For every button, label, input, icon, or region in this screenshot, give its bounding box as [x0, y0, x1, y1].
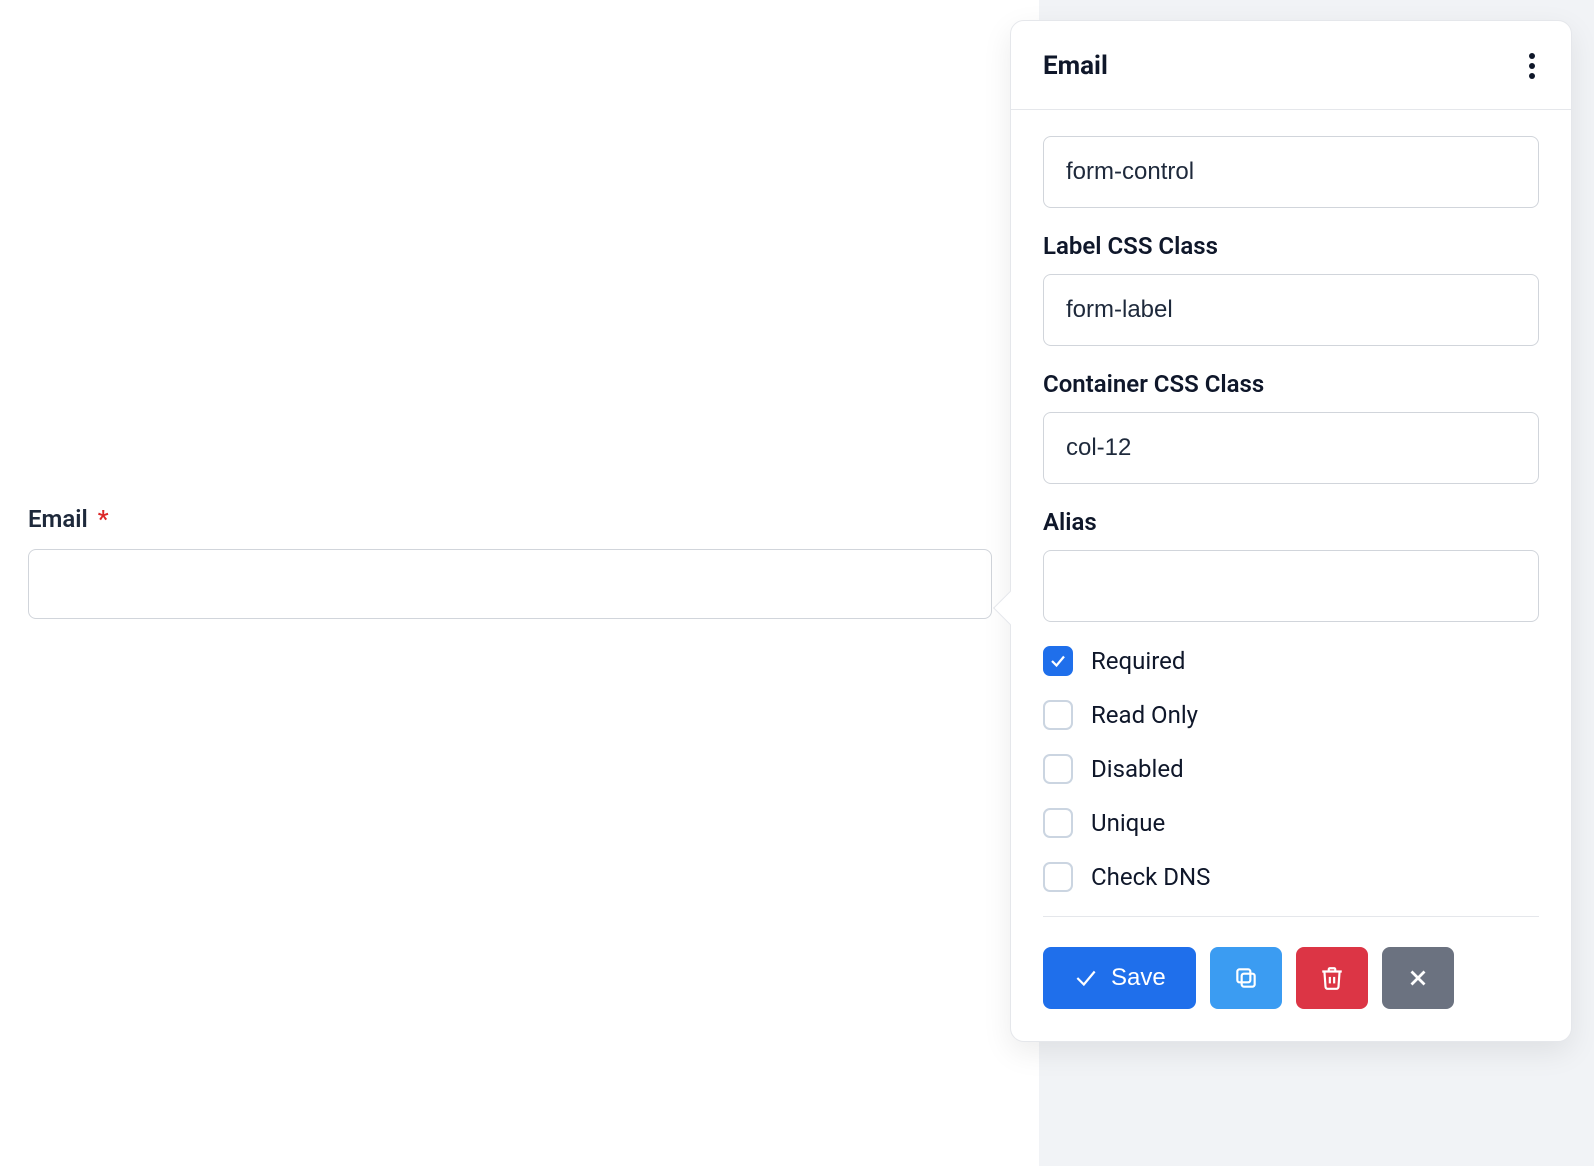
prop-css-class	[1043, 136, 1539, 208]
email-input[interactable]	[28, 549, 992, 619]
required-marker: *	[98, 505, 109, 533]
panel-footer: Save	[1043, 916, 1539, 1041]
prop-label-css-class: Label CSS Class	[1043, 232, 1539, 346]
readonly-label: Read Only	[1091, 701, 1198, 729]
form-canvas: Email *	[0, 0, 1020, 1166]
duplicate-button[interactable]	[1210, 947, 1282, 1009]
prop-alias: Alias	[1043, 508, 1539, 622]
panel-body: Label CSS Class Container CSS Class Alia…	[1011, 110, 1571, 892]
css-class-input[interactable]	[1043, 136, 1539, 208]
save-button[interactable]: Save	[1043, 947, 1196, 1009]
delete-button[interactable]	[1296, 947, 1368, 1009]
save-button-label: Save	[1111, 964, 1166, 992]
field-block-email[interactable]: Email *	[28, 505, 992, 619]
container-css-class-input[interactable]	[1043, 412, 1539, 484]
container-css-class-label: Container CSS Class	[1043, 370, 1539, 398]
label-css-class-label: Label CSS Class	[1043, 232, 1539, 260]
check-icon	[1073, 965, 1099, 991]
panel-header: Email	[1011, 21, 1571, 110]
checkbox-list: Required Read Only Disabled Unique	[1043, 646, 1539, 892]
more-options-icon[interactable]	[1523, 47, 1541, 85]
field-label: Email *	[28, 505, 992, 533]
copy-icon	[1233, 965, 1259, 991]
check-row-check-dns[interactable]: Check DNS	[1043, 862, 1539, 892]
label-css-class-input[interactable]	[1043, 274, 1539, 346]
check-dns-label: Check DNS	[1091, 863, 1210, 891]
check-dns-checkbox[interactable]	[1043, 862, 1073, 892]
panel-title: Email	[1043, 51, 1108, 81]
disabled-label: Disabled	[1091, 755, 1184, 783]
properties-panel: Email Label CSS Class Container CSS Clas…	[1010, 20, 1572, 1042]
unique-checkbox[interactable]	[1043, 808, 1073, 838]
required-label: Required	[1091, 647, 1185, 675]
close-button[interactable]	[1382, 947, 1454, 1009]
alias-label: Alias	[1043, 508, 1539, 536]
disabled-checkbox[interactable]	[1043, 754, 1073, 784]
close-icon	[1405, 965, 1431, 991]
readonly-checkbox[interactable]	[1043, 700, 1073, 730]
check-row-readonly[interactable]: Read Only	[1043, 700, 1539, 730]
field-label-text: Email	[28, 505, 88, 533]
prop-container-css-class: Container CSS Class	[1043, 370, 1539, 484]
check-row-disabled[interactable]: Disabled	[1043, 754, 1539, 784]
check-row-required[interactable]: Required	[1043, 646, 1539, 676]
alias-input[interactable]	[1043, 550, 1539, 622]
check-row-unique[interactable]: Unique	[1043, 808, 1539, 838]
check-icon	[1049, 652, 1067, 670]
unique-label: Unique	[1091, 809, 1165, 837]
required-checkbox[interactable]	[1043, 646, 1073, 676]
trash-icon	[1319, 965, 1345, 991]
